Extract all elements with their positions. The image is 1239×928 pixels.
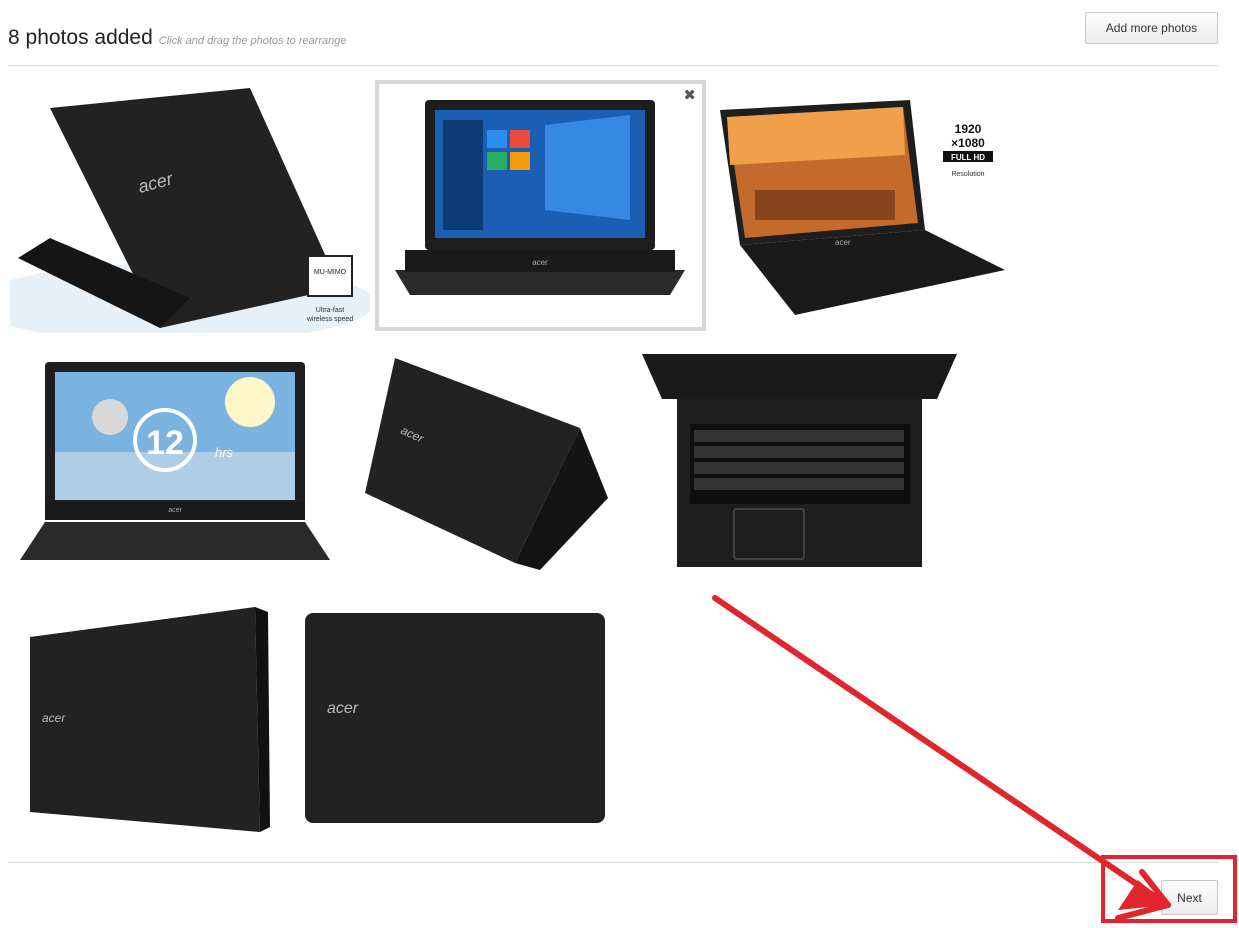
rearrange-hint: Click and drag the photos to rearrange <box>158 35 347 47</box>
photo-tile-2[interactable]: acer ✖ <box>375 80 706 331</box>
badge-full-hd: FULL HD <box>951 153 985 162</box>
battery-number: 12 <box>146 424 184 462</box>
photo-7-image: acer <box>30 607 270 832</box>
badge-width: 1920 <box>955 122 982 136</box>
photo-4-logo: acer <box>168 507 182 514</box>
add-more-photos-button[interactable]: Add more photos <box>1085 12 1218 44</box>
header-divider <box>8 65 1218 66</box>
photo-4-image: 12 hrs acer <box>20 362 330 560</box>
photo-8-image: acer <box>305 613 605 823</box>
photo-5-image: acer <box>365 358 608 570</box>
photo-3-logo: acer <box>835 238 851 247</box>
photo-tile-3[interactable]: acer 1920 ×1080 FULL HD Resolution <box>715 95 1005 320</box>
photo-2-image: acer <box>395 100 685 295</box>
photo-6-image <box>642 354 957 567</box>
battery-unit: hrs <box>215 445 234 460</box>
photo-1-badge-caption-1: Ultra-fast <box>316 307 344 314</box>
photo-1-image: acer MU-MIMO Ultra-fast wireless speed <box>10 88 370 333</box>
badge-height: ×1080 <box>951 136 985 150</box>
photos-header: 8 photos added Click and drag the photos … <box>0 0 1239 66</box>
page-title: 8 photos added Click and drag the photos … <box>8 26 347 50</box>
photo-tile-5[interactable]: acer <box>360 358 610 573</box>
footer-divider <box>8 862 1218 863</box>
photo-8-logo: acer <box>327 700 359 717</box>
annotation-highlight-box <box>1101 855 1237 923</box>
photo-count-title: 8 photos added <box>8 26 153 49</box>
photo-3-image: acer 1920 ×1080 FULL HD Resolution <box>720 100 1005 315</box>
photo-tile-6[interactable] <box>642 354 957 569</box>
photo-tile-7[interactable]: acer <box>30 607 270 832</box>
photo-2-logo: acer <box>532 258 548 267</box>
photo-1-badge-title: MU-MIMO <box>314 269 347 276</box>
photo-tile-8[interactable]: acer <box>305 613 610 823</box>
remove-photo-icon[interactable]: ✖ <box>683 86 696 104</box>
photo-tile-1[interactable]: acer MU-MIMO Ultra-fast wireless speed <box>10 88 370 333</box>
photo-1-badge-caption-2: wireless speed <box>306 316 353 323</box>
badge-resolution-caption: Resolution <box>951 171 984 178</box>
photo-tile-4[interactable]: 12 hrs acer <box>15 362 335 572</box>
photo-7-logo: acer <box>42 711 66 725</box>
